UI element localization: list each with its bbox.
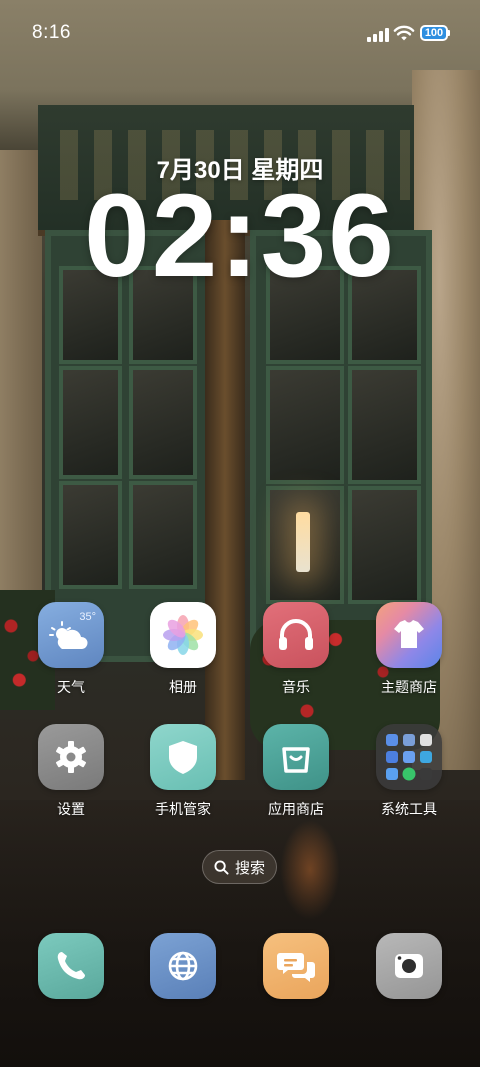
app-label: 设置 bbox=[57, 801, 85, 817]
app-gallery[interactable]: 相册 bbox=[128, 602, 238, 697]
app-music[interactable]: 音乐 bbox=[241, 602, 351, 697]
globe-icon bbox=[168, 951, 198, 981]
wallpaper-candle bbox=[296, 512, 310, 572]
headphones-icon bbox=[263, 602, 329, 668]
app-label: 主题商店 bbox=[381, 679, 437, 695]
battery-level: 100 bbox=[424, 27, 444, 39]
tshirt-icon bbox=[376, 602, 442, 668]
weather-icon: 35° bbox=[38, 602, 104, 668]
phone-icon bbox=[57, 952, 85, 980]
dock-messages[interactable] bbox=[263, 933, 329, 999]
search-icon bbox=[214, 859, 229, 875]
app-label: 音乐 bbox=[282, 679, 310, 695]
weather-temperature: 35° bbox=[79, 611, 96, 623]
dock-browser[interactable] bbox=[150, 933, 216, 999]
folder-icon bbox=[376, 724, 442, 790]
chat-bubbles-icon bbox=[277, 953, 315, 982]
wifi-icon bbox=[393, 25, 415, 41]
app-label: 系统工具 bbox=[381, 801, 437, 817]
app-weather[interactable]: 35° 天气 bbox=[16, 602, 126, 697]
clock-widget-time[interactable]: 02:36 bbox=[0, 176, 480, 296]
dock-phone[interactable] bbox=[38, 933, 104, 999]
app-settings[interactable]: 设置 bbox=[16, 724, 126, 819]
search-label: 搜索 bbox=[234, 859, 265, 877]
app-security[interactable]: 手机管家 bbox=[128, 724, 238, 819]
status-bar: 8:16 100 bbox=[0, 0, 480, 68]
dock-camera[interactable] bbox=[376, 933, 442, 999]
gear-icon bbox=[38, 724, 104, 790]
shopping-bag-icon bbox=[263, 724, 329, 790]
status-time: 8:16 bbox=[32, 22, 71, 43]
gallery-flower-icon bbox=[150, 602, 216, 668]
battery-tip bbox=[448, 30, 450, 36]
global-search-button[interactable]: 搜索 bbox=[202, 850, 277, 884]
app-label: 应用商店 bbox=[268, 801, 324, 817]
battery-icon: 100 bbox=[420, 25, 448, 41]
cellular-signal-icon bbox=[367, 26, 389, 42]
shield-icon bbox=[150, 724, 216, 790]
app-theme-store[interactable]: 主题商店 bbox=[354, 602, 464, 697]
app-label: 相册 bbox=[169, 679, 197, 695]
app-folder-system-tools[interactable]: 系统工具 bbox=[354, 724, 464, 819]
app-app-store[interactable]: 应用商店 bbox=[241, 724, 351, 819]
camera-icon bbox=[395, 954, 423, 978]
app-label: 天气 bbox=[57, 679, 85, 695]
app-label: 手机管家 bbox=[155, 801, 211, 817]
